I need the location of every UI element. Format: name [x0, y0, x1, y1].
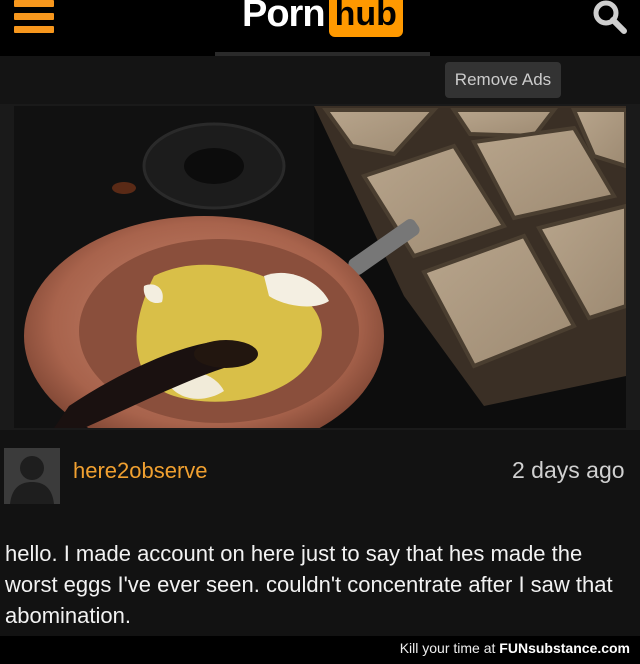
comment-body: hello. I made account on here just to sa… — [5, 541, 613, 628]
comment-timestamp: 2 days ago — [512, 457, 625, 483]
search-icon[interactable] — [590, 0, 630, 34]
top-navbar: Porn hub — [0, 0, 640, 58]
remove-ads-button[interactable]: Remove Ads — [445, 62, 561, 98]
watermark-bar: Kill your time at FUNsubstance.com — [0, 636, 640, 664]
watermark-brand: FUNsubstance.com — [499, 640, 630, 656]
hamburger-menu-icon[interactable] — [14, 0, 54, 33]
video-player[interactable] — [14, 106, 626, 428]
site-logo[interactable]: Porn hub — [242, 0, 403, 38]
logo-text-right: hub — [328, 0, 403, 37]
site-watermark: Kill your time at FUNsubstance.com — [400, 640, 630, 656]
comment-card: here2observe 2 days ago hello. I made ac… — [0, 430, 640, 648]
default-user-avatar-icon[interactable] — [4, 448, 60, 504]
logo-text-left: Porn — [242, 0, 326, 35]
video-frame-image — [14, 106, 626, 428]
ads-bar: Remove Ads — [0, 56, 640, 104]
watermark-prefix: Kill your time at — [399, 640, 496, 656]
comment-username[interactable]: here2observe — [73, 458, 208, 484]
